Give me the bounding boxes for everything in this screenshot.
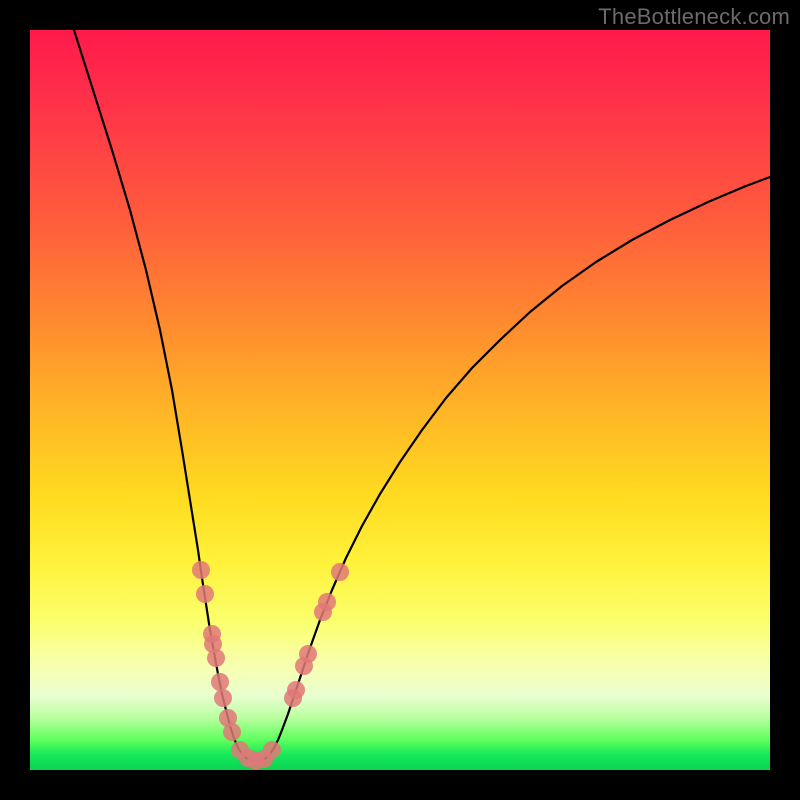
curve-marker: [263, 741, 281, 759]
chart-frame: TheBottleneck.com: [0, 0, 800, 800]
curve-marker: [299, 645, 317, 663]
bottleneck-curve: [74, 30, 770, 761]
curve-marker: [211, 673, 229, 691]
curve-marker: [214, 689, 232, 707]
watermark-text: TheBottleneck.com: [598, 4, 790, 30]
curve-markers: [192, 561, 349, 770]
curve-marker: [196, 585, 214, 603]
curve-marker: [331, 563, 349, 581]
bottleneck-curve-svg: [30, 30, 770, 770]
plot-area: [30, 30, 770, 770]
curve-marker: [207, 649, 225, 667]
curve-marker: [318, 593, 336, 611]
curve-marker: [192, 561, 210, 579]
curve-marker: [223, 723, 241, 741]
curve-marker: [287, 681, 305, 699]
